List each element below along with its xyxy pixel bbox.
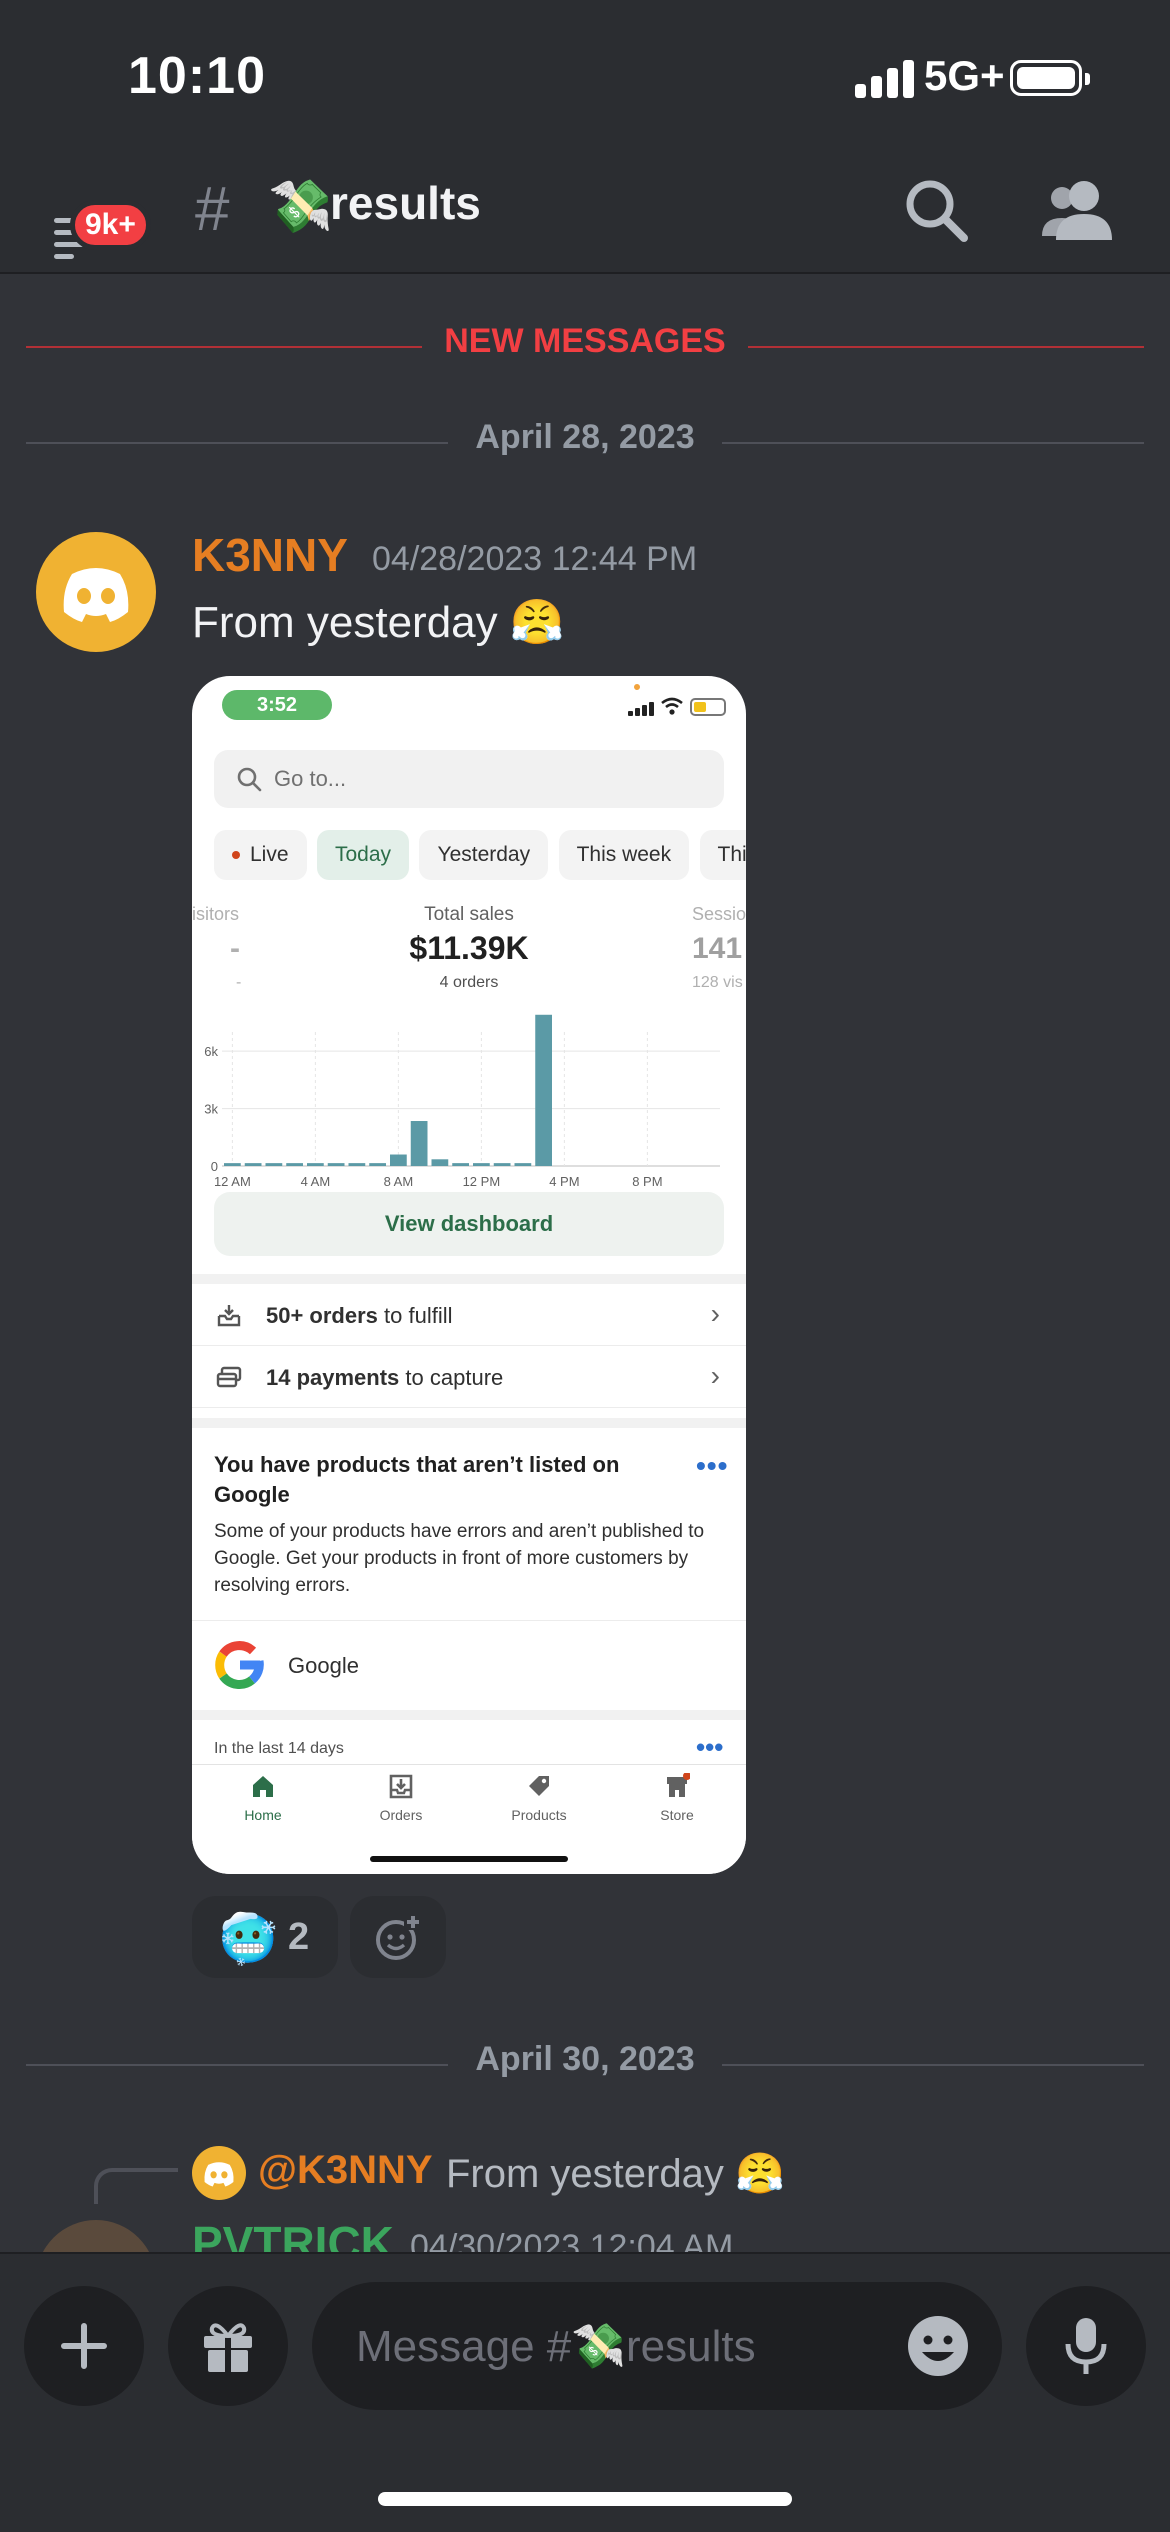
chart-bar xyxy=(286,1163,303,1166)
shot-signal-icon xyxy=(628,700,658,716)
message-placeholder: Message #💸results xyxy=(356,2322,756,2371)
chart-y-tick: 0 xyxy=(211,1159,218,1174)
chart-y-tick: 6k xyxy=(204,1044,218,1059)
voice-message-button[interactable] xyxy=(1026,2286,1146,2406)
avatar[interactable] xyxy=(36,2220,156,2252)
total-sales-value: $11.39K xyxy=(409,930,529,966)
shot-search-bar: Go to... xyxy=(214,750,724,808)
inbox-icon xyxy=(217,1305,241,1327)
new-messages-label: NEW MESSAGES xyxy=(444,322,726,360)
chart-bar xyxy=(265,1163,283,1166)
chart-bar xyxy=(493,1163,511,1166)
channel-header: 9k+ # 💸 results xyxy=(0,150,1170,274)
date-filter-chips: Live Today Yesterday This week This m xyxy=(214,830,746,880)
discord-logo-icon xyxy=(204,2162,234,2187)
new-messages-divider: NEW MESSAGES xyxy=(26,322,1144,372)
chip-this-week: This week xyxy=(558,830,690,880)
chart-y-tick: 3k xyxy=(204,1102,218,1117)
date-label: April 28, 2023 xyxy=(475,418,695,456)
reply-author[interactable]: @K3NNY xyxy=(258,2148,433,2193)
chart-bar xyxy=(452,1163,469,1166)
message-author[interactable]: K3NNY xyxy=(192,528,348,582)
total-sales-orders: 4 orders xyxy=(439,974,499,991)
search-icon[interactable] xyxy=(902,176,972,246)
sessions-value: 141 xyxy=(692,932,743,965)
attach-button[interactable] xyxy=(24,2286,144,2406)
total-sales-label: Total sales xyxy=(424,904,514,925)
message-input[interactable]: Message #💸results xyxy=(312,2282,1002,2410)
sessions-label: Sessio xyxy=(692,904,746,924)
signal-icon xyxy=(855,58,915,98)
battery-icon xyxy=(1010,60,1090,96)
chart-x-tick: 12 AM xyxy=(214,1174,251,1189)
chevron-right-icon: › xyxy=(710,1298,720,1329)
chart-x-tick: 12 PM xyxy=(463,1174,501,1189)
message-text: From yesterday 😤 xyxy=(192,598,565,647)
microphone-icon xyxy=(1065,2318,1107,2374)
chart-x-tick: 4 AM xyxy=(301,1174,331,1189)
reply-avatar xyxy=(192,2146,246,2200)
message-author[interactable]: PVTRICK xyxy=(192,2216,394,2252)
chart-bar xyxy=(224,1163,241,1166)
message-timestamp: 04/28/2023 12:44 PM xyxy=(372,540,698,578)
chart-bar xyxy=(431,1159,449,1166)
date-divider: April 28, 2023 xyxy=(26,418,1144,468)
shot-battery-icon xyxy=(690,698,726,716)
sessions-sub: 128 vis xyxy=(692,974,743,991)
home-indicator xyxy=(378,2492,792,2506)
view-dashboard-button: View dashboard xyxy=(214,1192,724,1256)
gift-button[interactable] xyxy=(168,2286,288,2406)
members-icon[interactable] xyxy=(1040,174,1120,248)
chip-today: Today xyxy=(316,830,410,880)
network-type: 5G+ xyxy=(924,52,1005,99)
orders-count: 50+ orders xyxy=(266,1303,378,1328)
chart-bar xyxy=(244,1163,262,1166)
search-icon xyxy=(237,767,262,792)
status-bar: 10:10 5G+ xyxy=(0,0,1170,150)
chart-x-tick: 8 PM xyxy=(632,1174,662,1189)
chart-bar xyxy=(473,1163,490,1166)
chip-live: Live xyxy=(214,830,307,880)
gift-icon xyxy=(204,2323,252,2372)
discord-logo-icon xyxy=(63,568,129,622)
chart-bar xyxy=(410,1121,428,1166)
privacy-dot-icon xyxy=(634,684,640,690)
message-timestamp: 04/30/2023 12:04 AM xyxy=(410,2228,734,2252)
sales-chart: 0 3k 6k 12 AM 4 AM 8 AM 12 PM 4 PM 8 PM xyxy=(204,1014,720,1189)
channel-emoji: 💸 xyxy=(268,178,333,236)
emoji-icon[interactable] xyxy=(906,2314,970,2378)
wifi-icon xyxy=(661,697,683,715)
chart-bar xyxy=(514,1163,532,1166)
chart-x-tick: 4 PM xyxy=(549,1174,579,1189)
message-composer: Message #💸results xyxy=(0,2252,1170,2532)
reply-preview-text[interactable]: From yesterday 😤 xyxy=(446,2150,785,2197)
chart-bar xyxy=(535,1014,552,1166)
chart-x-tick: 8 AM xyxy=(384,1174,414,1189)
shot-status-time: 3:52 xyxy=(222,690,332,720)
chart-bar xyxy=(307,1163,324,1166)
plus-icon xyxy=(61,2323,107,2369)
chip-yesterday: Yesterday xyxy=(419,830,549,880)
unread-badge: 9k+ xyxy=(70,200,151,250)
status-time: 10:10 xyxy=(128,47,266,105)
shot-search-placeholder: Go to... xyxy=(274,766,347,791)
avatar[interactable] xyxy=(36,532,156,652)
chart-bar xyxy=(327,1163,345,1166)
chart-bar xyxy=(390,1154,407,1166)
channel-title[interactable]: results xyxy=(330,176,481,230)
chart-bar xyxy=(348,1163,366,1166)
chart-bar xyxy=(369,1163,386,1166)
chip-this-month: This m xyxy=(699,830,746,880)
hash-icon: # xyxy=(195,175,230,244)
